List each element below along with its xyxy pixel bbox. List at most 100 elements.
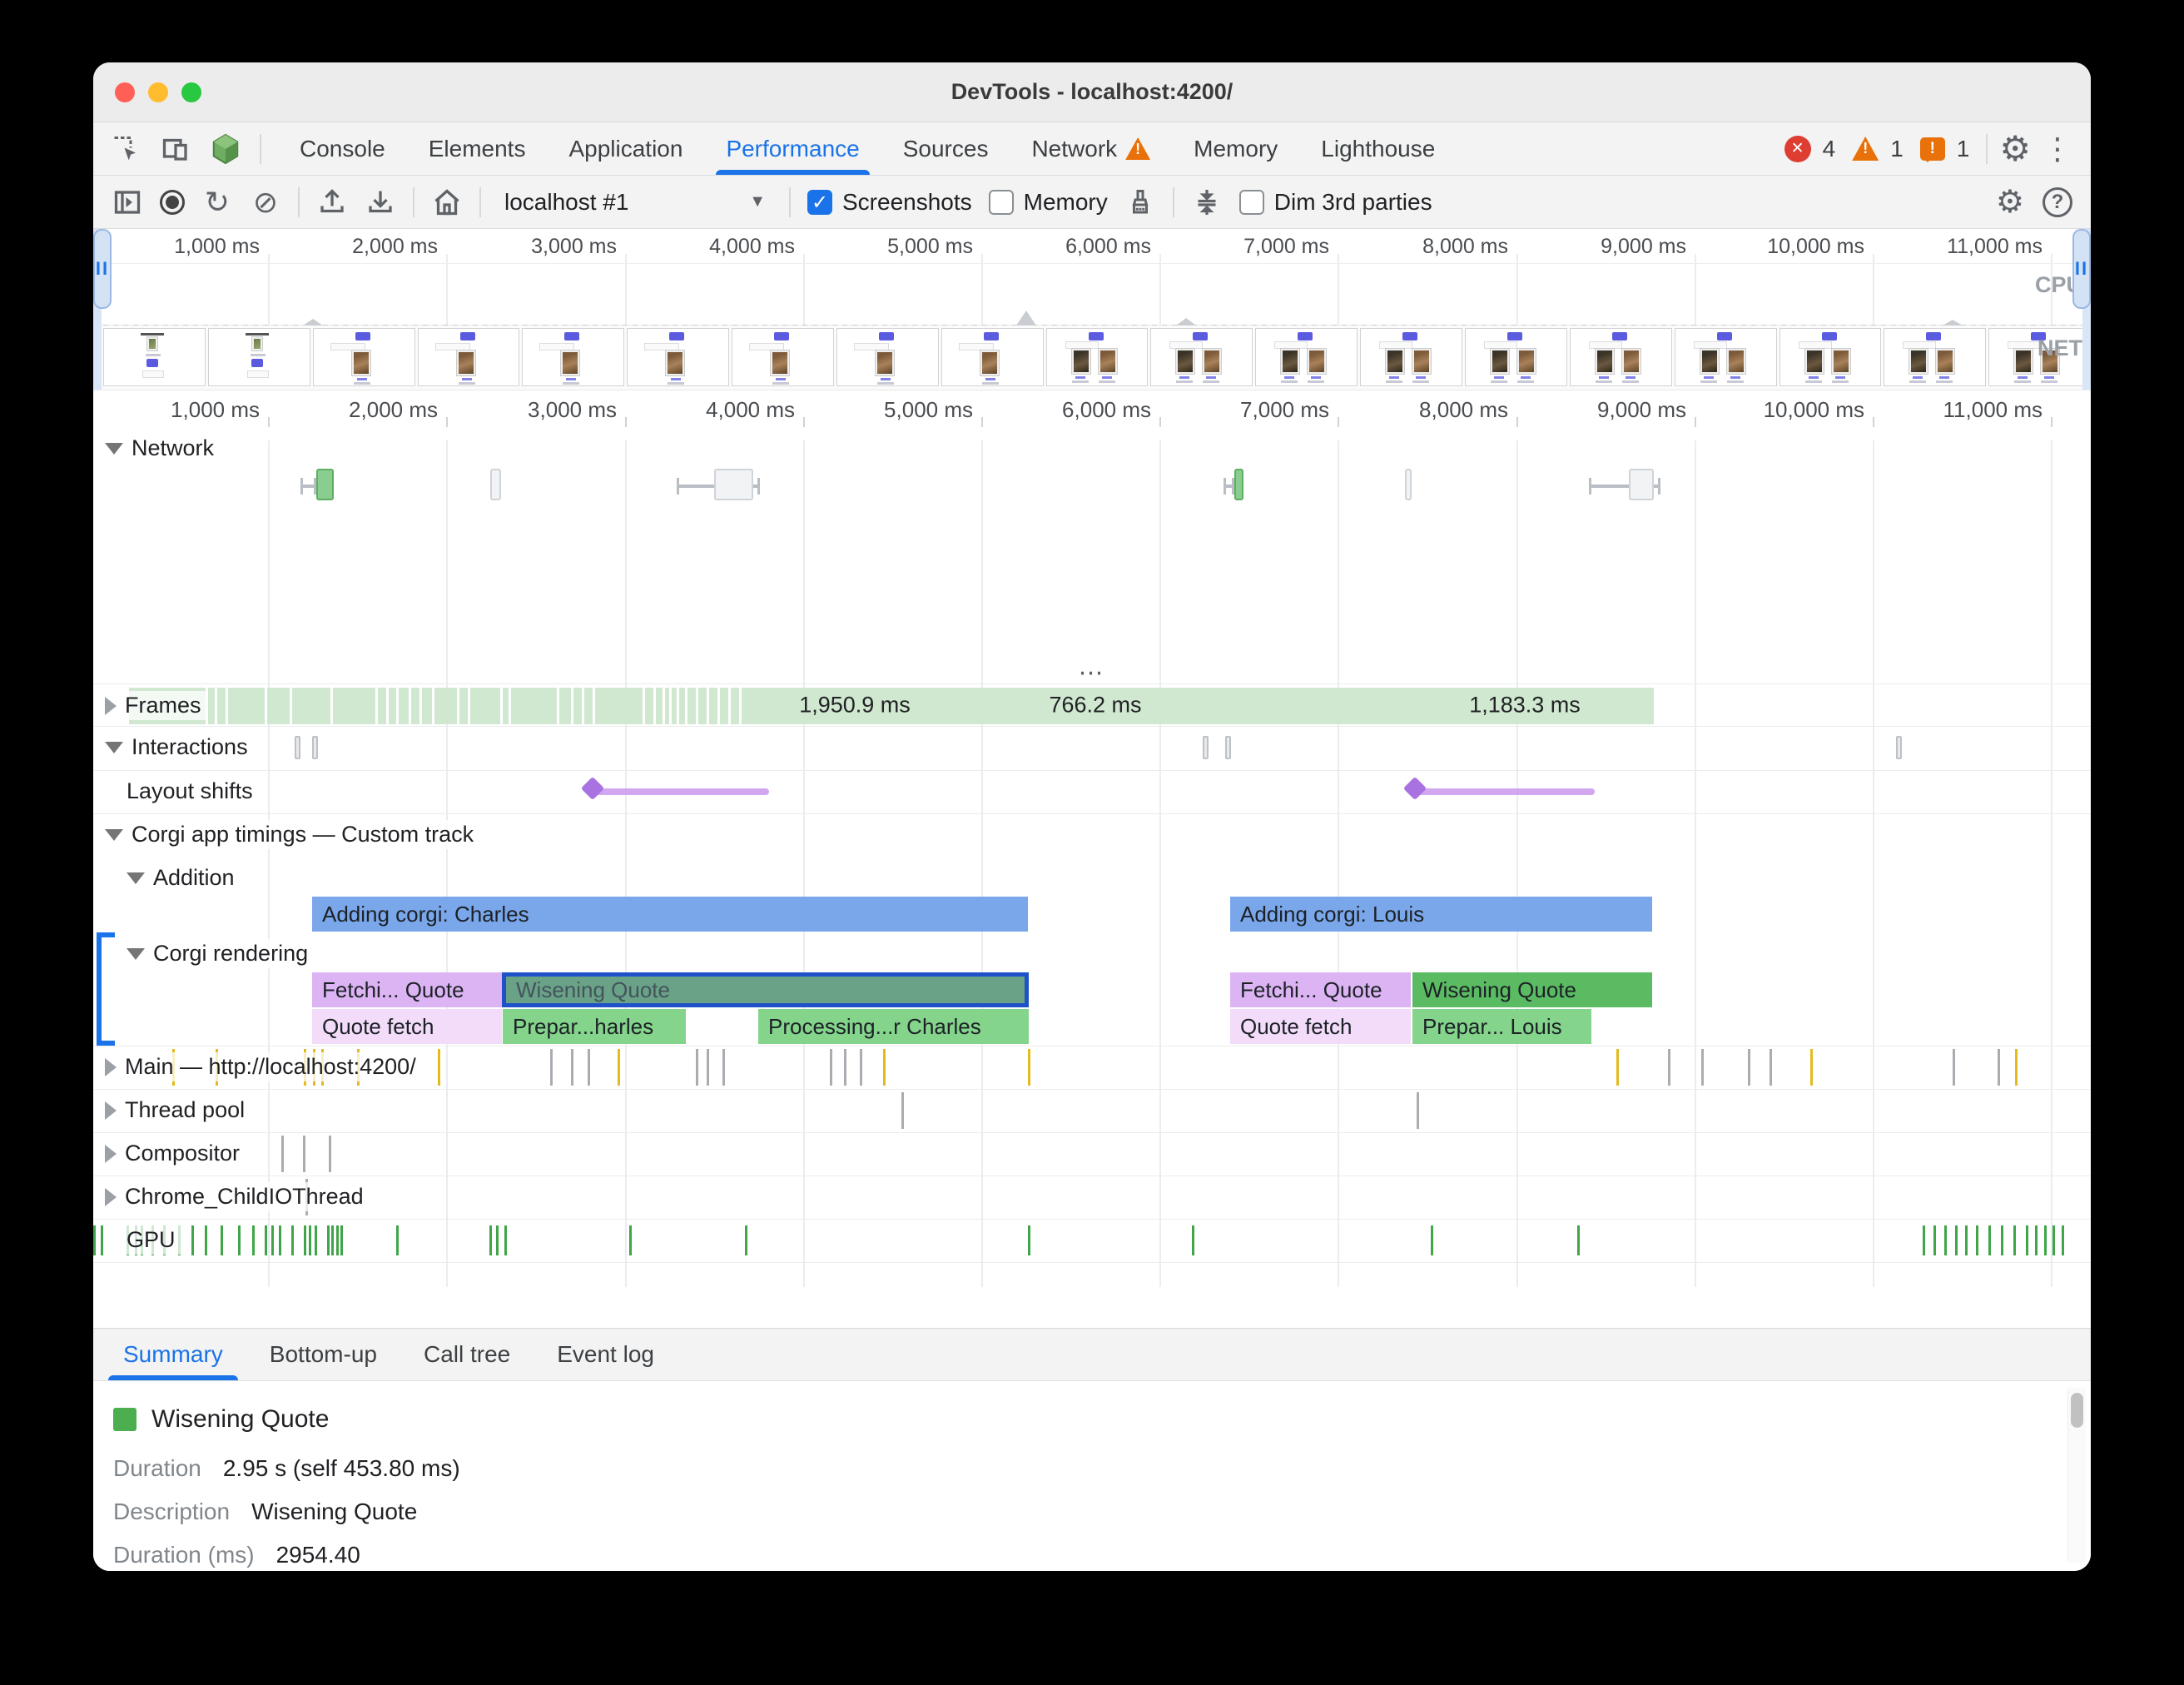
network-request[interactable] xyxy=(316,469,334,500)
event-tick-gray[interactable] xyxy=(901,1092,904,1129)
capture-settings-gear-icon[interactable]: ⚙ xyxy=(1996,183,2024,221)
network-track-label[interactable]: Network xyxy=(105,434,221,463)
download-profile-icon[interactable] xyxy=(365,186,396,218)
event-tick-yellow[interactable] xyxy=(1028,1049,1030,1086)
help-icon[interactable]: ? xyxy=(2043,187,2072,217)
timing-bar[interactable]: Wisening Quote xyxy=(1412,972,1652,1007)
event-tick-yellow[interactable] xyxy=(1810,1049,1813,1086)
gpu-activity-tick[interactable] xyxy=(327,1225,330,1255)
filmstrip-screenshot[interactable] xyxy=(208,328,310,386)
interactions-track-label[interactable]: Interactions xyxy=(105,733,255,762)
filmstrip-screenshot[interactable] xyxy=(1779,328,1882,386)
gpu-activity-tick[interactable] xyxy=(745,1225,747,1255)
event-tick-gray[interactable] xyxy=(1701,1049,1704,1086)
extension-hexagon-icon[interactable] xyxy=(210,133,241,165)
chevron-collapsed-icon[interactable] xyxy=(105,1145,117,1163)
chevron-collapsed-icon[interactable] xyxy=(105,697,117,715)
event-tick-gray[interactable] xyxy=(1953,1049,1955,1086)
garbage-collect-icon[interactable] xyxy=(1124,186,1156,218)
thread-track-label[interactable]: Main — http://localhost:4200/ xyxy=(105,1052,423,1081)
memory-checkbox-row[interactable]: Memory xyxy=(989,189,1108,216)
summary-scrollbar-thumb[interactable] xyxy=(2071,1393,2083,1428)
tab-performance[interactable]: Performance xyxy=(704,122,881,175)
chevron-expanded-icon[interactable] xyxy=(105,443,123,455)
gpu-activity-tick[interactable] xyxy=(1577,1225,1580,1255)
gpu-activity-tick[interactable] xyxy=(1988,1225,1991,1255)
timing-bar-addition[interactable]: Adding corgi: Louis xyxy=(1230,897,1652,932)
tab-console[interactable]: Console xyxy=(278,122,407,175)
gpu-activity-tick[interactable] xyxy=(291,1225,294,1255)
chevron-collapsed-icon[interactable] xyxy=(105,1058,117,1076)
layout-shift-diamond[interactable] xyxy=(581,777,604,800)
event-tick-gray[interactable] xyxy=(571,1049,573,1086)
network-request[interactable] xyxy=(1405,469,1412,500)
screenshots-checkbox[interactable] xyxy=(807,190,832,215)
gpu-activity-tick[interactable] xyxy=(336,1225,339,1255)
filmstrip-screenshot[interactable] xyxy=(836,328,939,386)
filmstrip-screenshot[interactable] xyxy=(418,328,520,386)
settings-gear-icon[interactable]: ⚙ xyxy=(1999,128,2031,169)
event-tick-gray[interactable] xyxy=(707,1049,709,1086)
filmstrip-screenshot[interactable] xyxy=(1570,328,1672,386)
event-tick-yellow[interactable] xyxy=(1616,1049,1619,1086)
layout-shift-duration[interactable] xyxy=(593,788,769,795)
tab-elements[interactable]: Elements xyxy=(407,122,548,175)
thread-track-label[interactable]: Chrome_ChildIOThread xyxy=(105,1182,370,1211)
chevron-collapsed-icon[interactable] xyxy=(105,1101,117,1120)
collapse-sections-icon[interactable] xyxy=(1191,186,1223,218)
thread-track-label[interactable]: Thread pool xyxy=(105,1096,251,1125)
gpu-activity-tick[interactable] xyxy=(309,1225,311,1255)
gpu-activity-tick[interactable] xyxy=(1965,1225,1968,1255)
timing-bar[interactable]: Quote fetch xyxy=(1230,1009,1411,1044)
event-tick-gray[interactable] xyxy=(1770,1049,1772,1086)
gpu-activity-tick[interactable] xyxy=(221,1225,223,1255)
event-tick-yellow[interactable] xyxy=(883,1049,886,1086)
filmstrip-screenshot[interactable] xyxy=(103,328,206,386)
overview-left-grip[interactable]: II xyxy=(93,229,112,309)
gpu-activity-tick[interactable] xyxy=(205,1225,207,1255)
event-tick-gray[interactable] xyxy=(830,1049,832,1086)
event-tick-gray[interactable] xyxy=(1668,1049,1670,1086)
event-tick-gray[interactable] xyxy=(844,1049,846,1086)
toggle-device-toolbar-icon[interactable] xyxy=(160,133,191,165)
console-warnings-icon[interactable] xyxy=(1852,137,1879,161)
thread-track-label[interactable]: Compositor xyxy=(105,1139,246,1168)
filmstrip-screenshot[interactable] xyxy=(1884,328,1986,386)
filmstrip-screenshot[interactable] xyxy=(627,328,729,386)
gpu-activity-tick[interactable] xyxy=(1944,1225,1947,1255)
tab-network[interactable]: Network xyxy=(1010,122,1172,175)
custom-track-label[interactable]: Corgi app timings — Custom track xyxy=(105,820,480,849)
event-tick-yellow[interactable] xyxy=(618,1049,620,1086)
gpu-activity-tick[interactable] xyxy=(304,1225,306,1255)
timing-bar-addition[interactable]: Adding corgi: Charles xyxy=(312,897,1028,932)
gpu-activity-tick[interactable] xyxy=(2026,1225,2028,1255)
gpu-activity-tick[interactable] xyxy=(2062,1225,2064,1255)
gpu-activity-tick[interactable] xyxy=(1028,1225,1030,1255)
gpu-activity-tick[interactable] xyxy=(101,1225,103,1255)
event-tick-yellow[interactable] xyxy=(2015,1049,2018,1086)
gpu-activity-tick[interactable] xyxy=(396,1225,399,1255)
details-tab-event-log[interactable]: Event log xyxy=(534,1329,678,1380)
toggle-sidebar-icon[interactable] xyxy=(112,186,143,218)
overview-right-grip[interactable]: II xyxy=(2072,229,2091,309)
network-request[interactable] xyxy=(1234,469,1243,500)
filmstrip-screenshot[interactable] xyxy=(1255,328,1358,386)
gpu-activity-tick[interactable] xyxy=(504,1225,507,1255)
gpu-activity-tick[interactable] xyxy=(331,1225,334,1255)
timing-bar[interactable]: Prepar... Louis xyxy=(1412,1009,1591,1044)
chevron-collapsed-icon[interactable] xyxy=(105,1188,117,1206)
clear-recording-button[interactable]: ⊘ xyxy=(250,186,281,218)
timing-bar[interactable]: Processing...r Charles xyxy=(758,1009,1029,1044)
filmstrip-screenshot[interactable] xyxy=(1465,328,1567,386)
gpu-activity-tick[interactable] xyxy=(93,1225,96,1255)
event-tick-gray[interactable] xyxy=(860,1049,862,1086)
layout-shift-duration[interactable] xyxy=(1415,788,1595,795)
tab-sources[interactable]: Sources xyxy=(881,122,1010,175)
gpu-activity-tick[interactable] xyxy=(191,1225,194,1255)
gpu-activity-tick[interactable] xyxy=(315,1225,317,1255)
history-select[interactable]: localhost #1 ▼ xyxy=(498,189,772,216)
frames-track-label[interactable]: Frames xyxy=(105,691,208,720)
record-button[interactable] xyxy=(160,190,185,215)
filmstrip-screenshot[interactable] xyxy=(522,328,624,386)
filmstrip-screenshot[interactable] xyxy=(1675,328,1777,386)
